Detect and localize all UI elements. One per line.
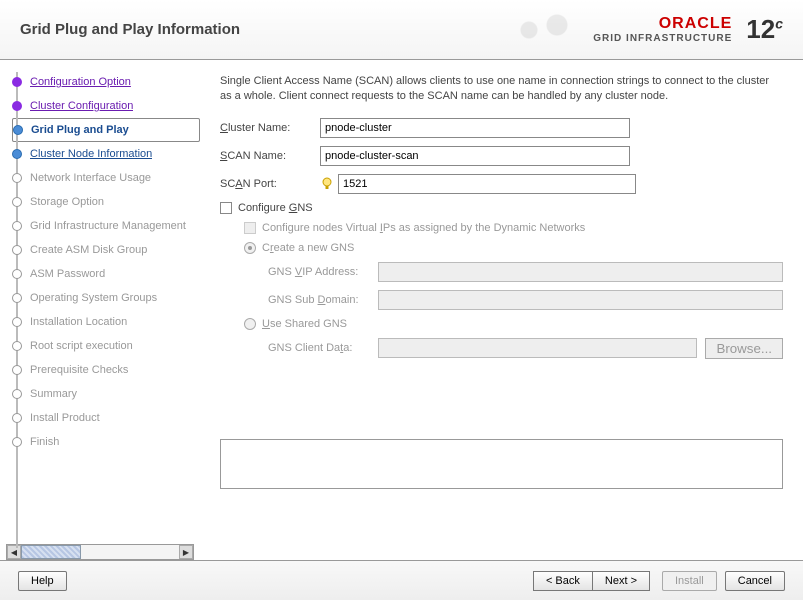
step-label: Operating System Groups — [30, 292, 157, 304]
step-dot-icon — [12, 365, 22, 375]
gns-sub-area: Configure nodes Virtual IPs as assigned … — [244, 222, 783, 359]
brand-oracle: ORACLE — [659, 15, 733, 32]
radio-icon — [244, 242, 256, 254]
step-dot-icon — [12, 269, 22, 279]
step-summary: Summary — [12, 382, 200, 406]
step-list: Configuration Option Cluster Configuratio… — [12, 70, 200, 454]
checkbox-icon[interactable] — [220, 202, 232, 214]
step-storage-option: Storage Option — [12, 190, 200, 214]
step-dot-icon — [12, 101, 22, 111]
main-panel: Single Client Access Name (SCAN) allows … — [200, 60, 803, 560]
checkbox-icon — [244, 222, 256, 234]
cluster-name-input[interactable] — [320, 118, 630, 138]
message-area — [220, 439, 783, 489]
step-root-script-execution: Root script execution — [12, 334, 200, 358]
step-dot-icon — [12, 77, 22, 87]
step-dot-icon — [12, 197, 22, 207]
step-dot-icon — [12, 245, 22, 255]
step-sidebar: Configuration Option Cluster Configuratio… — [0, 60, 200, 560]
cluster-name-label: Cluster Name: — [220, 122, 320, 134]
scroll-thumb[interactable] — [21, 545, 81, 559]
step-label: Network Interface Usage — [30, 172, 151, 184]
step-dot-icon — [12, 221, 22, 231]
scan-port-label: SCAN Port: — [220, 178, 320, 190]
gns-vip-label: GNS VIP Address: — [268, 266, 378, 278]
scroll-right-icon[interactable]: ▶ — [179, 545, 193, 559]
scan-name-label: SCAN Name: — [220, 150, 320, 162]
browse-button: Browse... — [705, 338, 783, 359]
step-label: Storage Option — [30, 196, 104, 208]
step-dot-icon — [12, 149, 22, 159]
step-installation-location: Installation Location — [12, 310, 200, 334]
step-dot-icon — [12, 293, 22, 303]
gns-client-label: GNS Client Data: — [268, 342, 378, 354]
header: Grid Plug and Play Information ORACLE GR… — [0, 0, 803, 60]
step-finish: Finish — [12, 430, 200, 454]
step-configuration-option[interactable]: Configuration Option — [12, 70, 200, 94]
step-label: Summary — [30, 388, 77, 400]
step-label: Installation Location — [30, 316, 127, 328]
step-operating-system-groups: Operating System Groups — [12, 286, 200, 310]
gns-sub-input — [378, 290, 783, 310]
step-label: Finish — [30, 436, 59, 448]
step-label: Install Product — [30, 412, 100, 424]
step-grid-infrastructure-management: Grid Infrastructure Management — [12, 214, 200, 238]
step-dot-icon — [12, 341, 22, 351]
page-title: Grid Plug and Play Information — [20, 21, 240, 38]
step-label: Configuration Option — [30, 76, 131, 88]
help-lightbulb-icon[interactable] — [320, 177, 334, 191]
step-dot-icon — [12, 389, 22, 399]
gears-icon — [505, 5, 585, 55]
step-dot-icon — [12, 173, 22, 183]
next-button[interactable]: Next > — [592, 571, 650, 591]
brand-product: GRID INFRASTRUCTURE — [593, 33, 732, 44]
cancel-button[interactable]: Cancel — [725, 571, 785, 591]
step-dot-icon — [12, 413, 22, 423]
step-dot-icon — [12, 317, 22, 327]
gns-client-input — [378, 338, 697, 358]
footer: Help < Back Next > Install Cancel — [0, 560, 803, 600]
configure-gns-checkbox[interactable]: Configure GNS — [220, 202, 783, 214]
gns-sub-label: GNS Sub Domain: — [268, 294, 378, 306]
scroll-left-icon[interactable]: ◀ — [7, 545, 21, 559]
step-label: Grid Infrastructure Management — [30, 220, 186, 232]
step-dot-icon — [13, 125, 23, 135]
step-label: Create ASM Disk Group — [30, 244, 147, 256]
step-label: Prerequisite Checks — [30, 364, 128, 376]
step-cluster-node-information[interactable]: Cluster Node Information — [12, 142, 200, 166]
intro-text: Single Client Access Name (SCAN) allows … — [220, 74, 783, 104]
step-install-product: Install Product — [12, 406, 200, 430]
gns-vip-input — [378, 262, 783, 282]
step-label: Root script execution — [30, 340, 133, 352]
back-button[interactable]: < Back — [533, 571, 593, 591]
step-create-asm-disk-group: Create ASM Disk Group — [12, 238, 200, 262]
step-label: ASM Password — [30, 268, 105, 280]
configure-vip-checkbox: Configure nodes Virtual IPs as assigned … — [244, 222, 783, 234]
radio-icon — [244, 318, 256, 330]
step-grid-plug-and-play: Grid Plug and Play — [12, 118, 200, 142]
brand-version: 12c — [746, 14, 783, 45]
scan-name-input[interactable] — [320, 146, 630, 166]
step-cluster-configuration[interactable]: Cluster Configuration — [12, 94, 200, 118]
create-gns-radio: Create a new GNS — [244, 242, 783, 254]
step-dot-icon — [12, 437, 22, 447]
scan-port-input[interactable] — [338, 174, 636, 194]
sidebar-scrollbar[interactable]: ◀ ▶ — [6, 544, 194, 560]
step-asm-password: ASM Password — [12, 262, 200, 286]
step-network-interface-usage: Network Interface Usage — [12, 166, 200, 190]
step-label: Cluster Configuration — [30, 100, 133, 112]
brand-text: ORACLE GRID INFRASTRUCTURE — [593, 15, 732, 45]
use-shared-gns-radio: Use Shared GNS — [244, 318, 783, 330]
brand-area: ORACLE GRID INFRASTRUCTURE 12c — [505, 5, 783, 55]
help-button[interactable]: Help — [18, 571, 67, 591]
install-button: Install — [662, 571, 717, 591]
step-label: Grid Plug and Play — [31, 124, 129, 136]
step-label: Cluster Node Information — [30, 148, 152, 160]
step-prerequisite-checks: Prerequisite Checks — [12, 358, 200, 382]
